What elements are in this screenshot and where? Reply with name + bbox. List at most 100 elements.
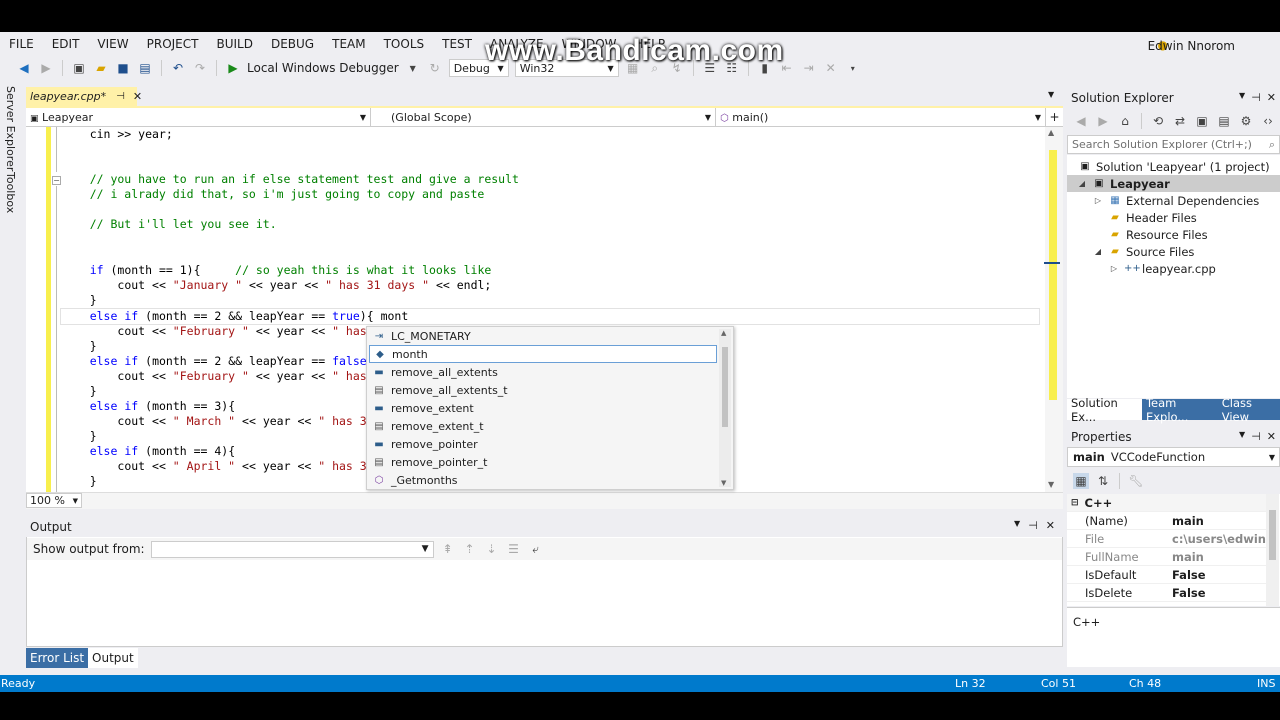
solution-search-input[interactable]: Search Solution Explorer (Ctrl+;) ⌕ [1067, 135, 1280, 154]
next-message-icon[interactable]: ⇣ [484, 541, 500, 557]
categorized-icon[interactable]: ▦ [1073, 473, 1089, 489]
code-view-icon[interactable]: ‹› [1260, 113, 1276, 129]
completion-item[interactable]: ▬ remove_extent [369, 399, 717, 417]
property-row[interactable]: IsDefault False [1067, 566, 1267, 584]
editor-horizontal-scrollbar[interactable] [26, 492, 1063, 509]
pin-icon[interactable]: ⊣ [1251, 91, 1261, 104]
expand-arrow-icon[interactable]: ▷ [1092, 196, 1104, 205]
server-explorer-tab[interactable]: Server Explorer [4, 86, 17, 171]
close-icon[interactable]: ✕ [133, 90, 142, 103]
menu-tools[interactable]: TOOLS [375, 37, 434, 51]
undo-icon[interactable]: ↶ [170, 60, 186, 76]
property-row[interactable]: IsDelete False [1067, 584, 1267, 602]
scroll-up-icon[interactable]: ▲ [721, 329, 726, 337]
history-icon[interactable]: ⟲ [1150, 113, 1166, 129]
tab-output[interactable]: Output [88, 648, 138, 668]
popup-scrollbar-thumb[interactable] [722, 347, 728, 427]
document-tab-leapyear[interactable]: leapyear.cpp* ⊣ ✕ [26, 87, 142, 106]
dropdown-arrow-icon[interactable]: ▼ [1239, 91, 1245, 104]
completion-item[interactable]: ▤ remove_extent_t [369, 417, 717, 435]
redo-icon[interactable]: ↷ [192, 60, 208, 76]
completion-item[interactable]: ⇥ LC_MONETARY [369, 327, 717, 345]
completion-item[interactable]: ⬡ _Getmonths [369, 471, 717, 489]
menu-view[interactable]: VIEW [88, 37, 137, 51]
find-message-icon[interactable]: ⇞ [440, 541, 456, 557]
scroll-down-icon[interactable]: ▼ [721, 479, 726, 487]
scrollbar-thumb[interactable] [1049, 150, 1057, 400]
start-debug-icon[interactable]: ▶ [225, 60, 241, 76]
completion-item[interactable]: ▬ remove_all_extents [369, 363, 717, 381]
tree-item-source-files[interactable]: ◢ ▰ Source Files [1092, 243, 1194, 260]
next-bookmark-icon[interactable]: ⇥ [801, 60, 817, 76]
save-icon[interactable]: ■ [115, 60, 131, 76]
tab-team-explorer[interactable]: Team Explo... [1141, 396, 1218, 424]
save-all-icon[interactable]: ▤ [137, 60, 153, 76]
property-category[interactable]: ⊟ C++ [1067, 494, 1267, 512]
tree-item-solution[interactable]: ▣ Solution 'Leapyear' (1 project) [1078, 158, 1269, 175]
completion-item[interactable]: ▬ remove_pointer [369, 435, 717, 453]
home-icon[interactable]: ⌂ [1117, 113, 1133, 129]
scroll-down-icon[interactable]: ▼ [1048, 480, 1054, 489]
close-icon[interactable]: ✕ [1267, 430, 1276, 443]
show-output-from-select[interactable]: ▼ [150, 540, 434, 558]
properties-icon[interactable]: ⚙ [1238, 113, 1254, 129]
close-icon[interactable]: ✕ [1267, 91, 1276, 104]
sync-icon[interactable]: ⇄ [1172, 113, 1188, 129]
tab-class-view[interactable]: Class View [1217, 396, 1280, 424]
tree-item-project[interactable]: ◢ ▣ Leapyear [1076, 175, 1170, 192]
collapse-all-icon[interactable]: ▣ [1194, 113, 1210, 129]
search-icon[interactable]: ⌕ [1269, 138, 1275, 152]
split-editor-icon[interactable]: + [1046, 108, 1063, 126]
completion-item-selected[interactable]: ◆ month [369, 345, 717, 363]
menu-debug[interactable]: DEBUG [262, 37, 323, 51]
properties-object-select[interactable]: main VCCodeFunction ▼ [1067, 447, 1280, 467]
tab-overflow-icon[interactable]: ▼ [1048, 90, 1054, 99]
collapse-region-icon[interactable]: − [52, 176, 61, 185]
property-pages-icon[interactable]: 🔧︎ [1128, 473, 1144, 489]
completion-item[interactable]: ▤ remove_pointer_t [369, 453, 717, 471]
property-row[interactable]: Filec:\users\edwin\d [1067, 530, 1267, 548]
expand-arrow-icon[interactable]: ▷ [1108, 264, 1120, 273]
completion-item[interactable]: ▤ remove_all_extents_t [369, 381, 717, 399]
close-icon[interactable]: ✕ [1046, 519, 1055, 532]
properties-scrollbar[interactable] [1266, 494, 1279, 606]
alphabetical-icon[interactable]: ⇅ [1095, 473, 1111, 489]
dropdown-arrow-icon[interactable]: ▼ [1014, 519, 1020, 532]
user-name[interactable]: Edwin Nnorom [1148, 39, 1235, 53]
menu-build[interactable]: BUILD [207, 37, 261, 51]
clear-all-icon[interactable]: ☰ [506, 541, 522, 557]
local-windows-debugger-button[interactable]: Local Windows Debugger [247, 61, 399, 75]
toolbox-tab[interactable]: Toolbox [4, 172, 17, 213]
word-wrap-icon[interactable]: ⤶ [528, 541, 544, 557]
property-row[interactable]: (Name) main [1067, 512, 1267, 530]
forward-icon[interactable]: ▶ [38, 60, 54, 76]
menu-file[interactable]: FILE [0, 37, 43, 51]
show-all-files-icon[interactable]: ▤ [1216, 113, 1232, 129]
open-file-icon[interactable]: ▰ [93, 60, 109, 76]
dropdown-arrow-icon[interactable]: ▼ [405, 60, 421, 76]
tab-solution-explorer[interactable]: Solution Ex... [1067, 396, 1142, 424]
pin-icon[interactable]: ⊣ [116, 91, 125, 102]
intellisense-popup[interactable]: ⇥ LC_MONETARY ◆ month ▬ remove_all_extents … [366, 326, 734, 490]
menu-edit[interactable]: EDIT [43, 37, 89, 51]
menu-project[interactable]: PROJECT [138, 37, 208, 51]
zoom-level-select[interactable]: 100 % ▼ [26, 493, 82, 508]
clear-bookmarks-icon[interactable]: ✕ [823, 60, 839, 76]
collapse-arrow-icon[interactable]: ◢ [1092, 247, 1104, 256]
forward-icon[interactable]: ▶ [1095, 113, 1111, 129]
property-row[interactable]: FullName main [1067, 548, 1267, 566]
menu-test[interactable]: TEST [433, 37, 481, 51]
prev-message-icon[interactable]: ⇡ [462, 541, 478, 557]
refresh-icon[interactable]: ↻ [427, 60, 443, 76]
project-nav-select[interactable]: ▣ Leapyear ▼ [26, 108, 371, 126]
scrollbar-thumb[interactable] [1269, 510, 1276, 560]
tab-error-list[interactable]: Error List [26, 648, 89, 668]
tree-item-resource-files[interactable]: ▰ Resource Files [1108, 226, 1208, 243]
scope-nav-select[interactable]: (Global Scope) ▼ [371, 108, 716, 126]
collapse-arrow-icon[interactable]: ◢ [1076, 179, 1088, 188]
tree-item-external-dependencies[interactable]: ▷ ▦ External Dependencies [1092, 192, 1259, 209]
tree-item-header-files[interactable]: ▰ Header Files [1108, 209, 1197, 226]
dropdown-arrow-icon[interactable]: ▼ [1239, 430, 1245, 443]
scroll-up-icon[interactable]: ▲ [1048, 128, 1054, 137]
member-nav-select[interactable]: ⬡ main() ▼ [716, 108, 1046, 126]
